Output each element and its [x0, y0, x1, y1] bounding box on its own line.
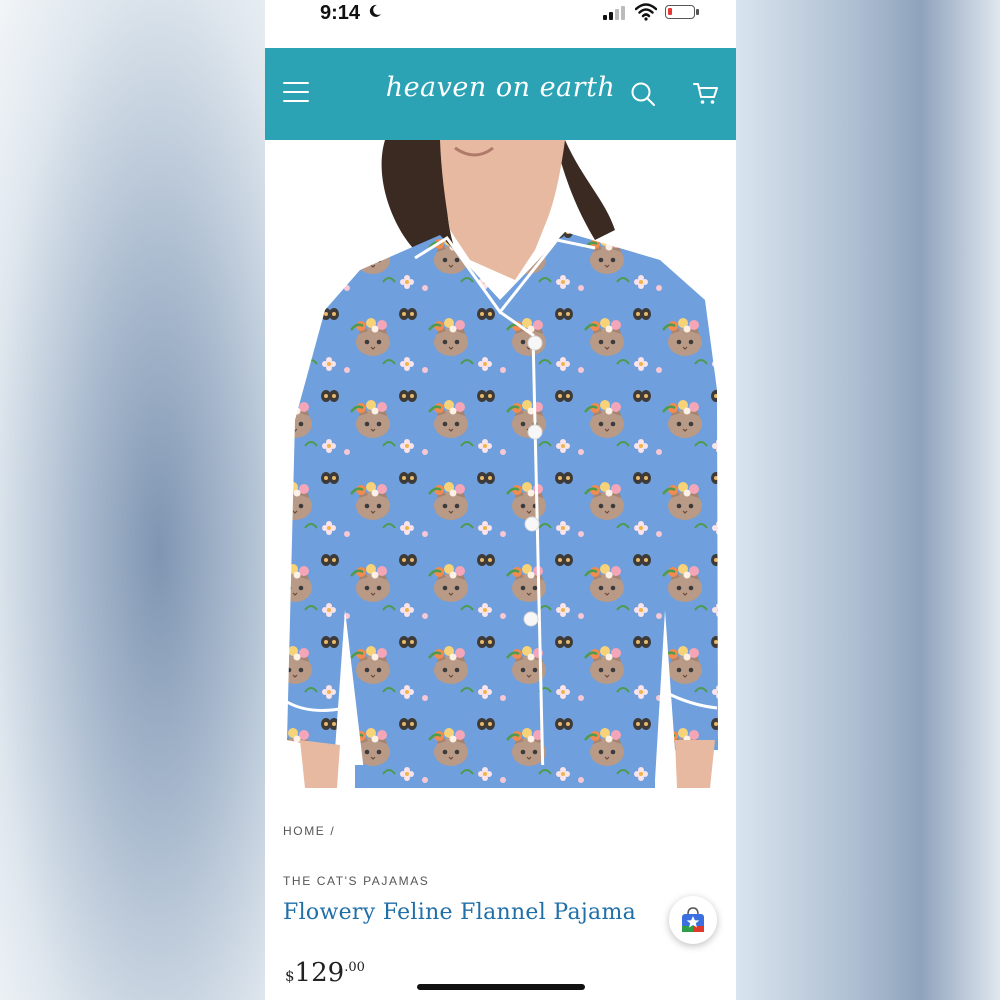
status-time: 9:14 — [320, 2, 361, 24]
price-amount: 129 — [294, 958, 345, 988]
status-bar: 9:14 — [265, 0, 736, 48]
shop-app-icon — [682, 907, 704, 932]
cellular-signal-icon — [603, 6, 625, 20]
cart-icon[interactable] — [693, 82, 719, 106]
product-image[interactable] — [265, 140, 736, 788]
pajama-top-illustration — [265, 140, 736, 788]
product-title: Flowery Feline Flannel Pajama — [283, 900, 637, 925]
cutoff-text-line — [283, 994, 483, 1000]
store-logo[interactable]: heaven on earth — [265, 72, 736, 103]
wifi-icon — [635, 3, 657, 21]
battery-icon — [665, 5, 699, 19]
moon-icon — [369, 4, 381, 17]
shop-app-button[interactable] — [669, 896, 717, 944]
product-vendor[interactable]: THE CAT'S PAJAMAS — [283, 874, 429, 888]
phone-screen: 9:14 heaven on earth HOME / THE CAT'S PA… — [265, 0, 736, 1000]
home-indicator[interactable] — [417, 984, 585, 990]
store-header: heaven on earth — [265, 48, 736, 140]
price-cents: .00 — [344, 960, 365, 975]
search-icon[interactable] — [630, 81, 656, 107]
price-currency: $ — [285, 967, 295, 985]
breadcrumb-home-link[interactable]: HOME / — [283, 824, 335, 838]
blurred-background-left — [0, 0, 265, 1000]
breadcrumb[interactable]: HOME / — [283, 824, 335, 838]
blurred-background-right — [736, 0, 1000, 1000]
product-price: $129.00 — [285, 958, 365, 988]
